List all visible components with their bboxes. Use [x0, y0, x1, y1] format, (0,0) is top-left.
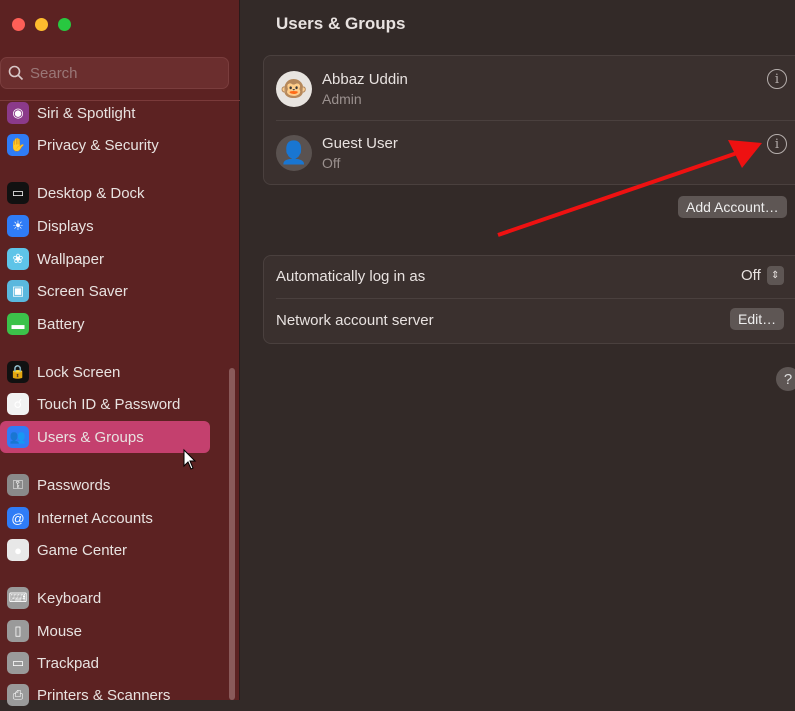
- auto-login-select[interactable]: Off ⇕: [741, 266, 784, 285]
- users-list: 🐵 Abbaz Uddin Admin i 👤 Guest User Off i: [263, 55, 795, 185]
- dock-icon: ▭: [7, 182, 29, 204]
- sidebar-item-label: Battery: [37, 315, 85, 333]
- sidebar-item-siri-spotlight[interactable]: ◉ Siri & Spotlight: [0, 97, 210, 129]
- help-button[interactable]: ?: [776, 367, 795, 391]
- sidebar-item-label: Keyboard: [37, 589, 102, 607]
- divider: [276, 298, 795, 299]
- battery-icon: ▬: [7, 313, 29, 335]
- sidebar-item-game-center[interactable]: ● Game Center: [0, 534, 210, 566]
- sidebar-item-keyboard[interactable]: ⌨ Keyboard: [0, 582, 210, 614]
- sidebar-item-battery[interactable]: ▬ Battery: [0, 308, 210, 340]
- network-server-label: Network account server: [276, 312, 434, 329]
- guest-info-icon[interactable]: i: [767, 134, 787, 154]
- sidebar: ◉ Siri & Spotlight ✋ Privacy & Security ▭ Des…: [0, 0, 240, 706]
- sun-icon: ☀: [7, 215, 29, 237]
- close-window-button[interactable]: [12, 18, 25, 31]
- sidebar-item-desktop-dock[interactable]: ▭ Desktop & Dock: [0, 177, 210, 209]
- sidebar-item-label: Wallpaper: [37, 250, 104, 268]
- sidebar-item-displays[interactable]: ☀ Displays: [0, 210, 210, 242]
- sidebar-item-wallpaper[interactable]: ❀ Wallpaper: [0, 243, 210, 275]
- auto-login-value: Off: [741, 267, 761, 284]
- sidebar-item-label: Desktop & Dock: [37, 184, 145, 202]
- sidebar-item-trackpad[interactable]: ▭ Trackpad: [0, 647, 210, 679]
- sidebar-item-label: Displays: [37, 217, 94, 235]
- keyboard-icon: ⌨: [7, 587, 29, 609]
- divider: [276, 120, 795, 121]
- sidebar-item-mouse[interactable]: ▯ Mouse: [0, 615, 210, 647]
- sidebar-item-printers-scanners[interactable]: ⎙ Printers & Scanners: [0, 679, 210, 711]
- sidebar-item-lock-screen[interactable]: 🔒 Lock Screen: [0, 356, 210, 388]
- sidebar-item-touch-id-password[interactable]: ☌ Touch ID & Password: [0, 388, 210, 420]
- users-icon: 👥: [7, 426, 29, 448]
- search-icon: [8, 65, 24, 81]
- sidebar-scrollbar[interactable]: [229, 368, 235, 700]
- user-role: Admin: [322, 91, 362, 107]
- user-name: Guest User: [322, 135, 398, 152]
- sidebar-item-label: Lock Screen: [37, 363, 121, 381]
- sidebar-item-screen-saver[interactable]: ▣ Screen Saver: [0, 275, 210, 307]
- avatar: 🐵: [276, 71, 312, 107]
- sidebar-item-passwords[interactable]: ⚿ Passwords: [0, 469, 210, 501]
- avatar: 👤: [276, 135, 312, 171]
- user-name: Abbaz Uddin: [322, 71, 408, 88]
- sidebar-item-label: Mouse: [37, 622, 83, 640]
- fingerprint-icon: ☌: [7, 393, 29, 415]
- sidebar-item-label: Touch ID & Password: [37, 395, 181, 413]
- sidebar-item-label: Screen Saver: [37, 282, 128, 300]
- lock-icon: 🔒: [7, 361, 29, 383]
- search-input[interactable]: [30, 64, 210, 82]
- login-settings: Automatically log in as Off ⇕ Network ac…: [263, 255, 795, 344]
- sidebar-item-label: Game Center: [37, 541, 128, 559]
- chevron-updown-icon: ⇕: [766, 266, 784, 285]
- user-row-guest[interactable]: 👤 Guest User Off: [276, 128, 398, 178]
- trackpad-icon: ▭: [7, 652, 29, 674]
- user-row-admin[interactable]: 🐵 Abbaz Uddin Admin: [276, 64, 408, 114]
- key-icon: ⚿: [7, 474, 29, 496]
- zoom-window-button[interactable]: [58, 18, 71, 31]
- screensaver-icon: ▣: [7, 280, 29, 302]
- sidebar-item-users-groups[interactable]: 👥 Users & Groups: [0, 421, 210, 453]
- page-title: Users & Groups: [276, 14, 406, 33]
- info-icon[interactable]: i: [767, 69, 787, 89]
- mouse-icon: ▯: [7, 620, 29, 642]
- sidebar-item-label: Siri & Spotlight: [37, 104, 136, 122]
- siri-icon: ◉: [7, 102, 29, 124]
- edit-button[interactable]: Edit…: [730, 308, 785, 330]
- user-role: Off: [322, 155, 341, 171]
- at-icon: @: [7, 507, 29, 529]
- sidebar-item-label: Privacy & Security: [37, 136, 159, 154]
- sidebar-item-label: Internet Accounts: [37, 509, 153, 527]
- printer-icon: ⎙: [7, 684, 29, 706]
- minimize-window-button[interactable]: [35, 18, 48, 31]
- sidebar-item-label: Passwords: [37, 476, 111, 494]
- sidebar-item-internet-accounts[interactable]: @ Internet Accounts: [0, 502, 210, 534]
- sidebar-item-label: Trackpad: [37, 654, 99, 672]
- sidebar-item-label: Users & Groups: [37, 428, 144, 446]
- gamecenter-icon: ●: [7, 539, 29, 561]
- auto-login-label: Automatically log in as: [276, 268, 426, 285]
- search-field[interactable]: [0, 57, 229, 89]
- sidebar-item-privacy-security[interactable]: ✋ Privacy & Security: [0, 129, 210, 161]
- hand-icon: ✋: [7, 134, 29, 156]
- flower-icon: ❀: [7, 248, 29, 270]
- sidebar-item-label: Printers & Scanners: [37, 686, 171, 704]
- add-account-button[interactable]: Add Account…: [678, 196, 787, 218]
